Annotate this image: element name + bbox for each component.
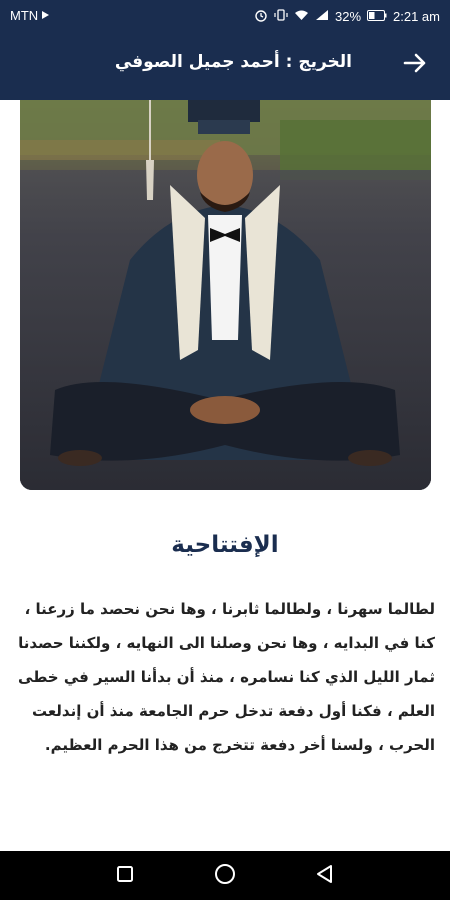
- article-body: لطالما سهرنا ، ولطالما ثابرنا ، وها نحن …: [18, 600, 435, 754]
- status-bar: MTN 32% 2:21 am: [0, 0, 450, 30]
- home-button[interactable]: [213, 864, 237, 888]
- home-circle-icon: [214, 863, 236, 889]
- clock: 2:21 am: [393, 9, 440, 24]
- graduate-portrait-photo: [20, 100, 431, 490]
- back-nav-button[interactable]: [313, 864, 337, 888]
- status-left: MTN: [10, 8, 50, 23]
- recents-button[interactable]: [113, 864, 137, 888]
- carrier-label: MTN: [10, 8, 39, 23]
- page-title: الخريج : أحمد جميل الصوفي: [114, 52, 352, 72]
- article-title: الإفتتاحية: [171, 532, 279, 558]
- arrow-right-icon: [403, 52, 427, 78]
- system-nav-bar: [0, 851, 450, 900]
- app-header: الخريج : أحمد جميل الصوفي: [0, 30, 450, 100]
- alarm-icon: [254, 8, 268, 25]
- signal-icon: [315, 9, 329, 24]
- play-icon: [41, 8, 50, 23]
- back-button[interactable]: [400, 50, 430, 80]
- back-triangle-icon: [315, 864, 335, 888]
- wifi-icon: [294, 9, 309, 24]
- recents-square-icon: [116, 865, 134, 887]
- battery-level: 32%: [334, 9, 362, 24]
- battery-icon: [367, 9, 387, 24]
- vibrate-icon: [274, 8, 288, 25]
- status-right: 32% 2:21 am: [254, 8, 440, 25]
